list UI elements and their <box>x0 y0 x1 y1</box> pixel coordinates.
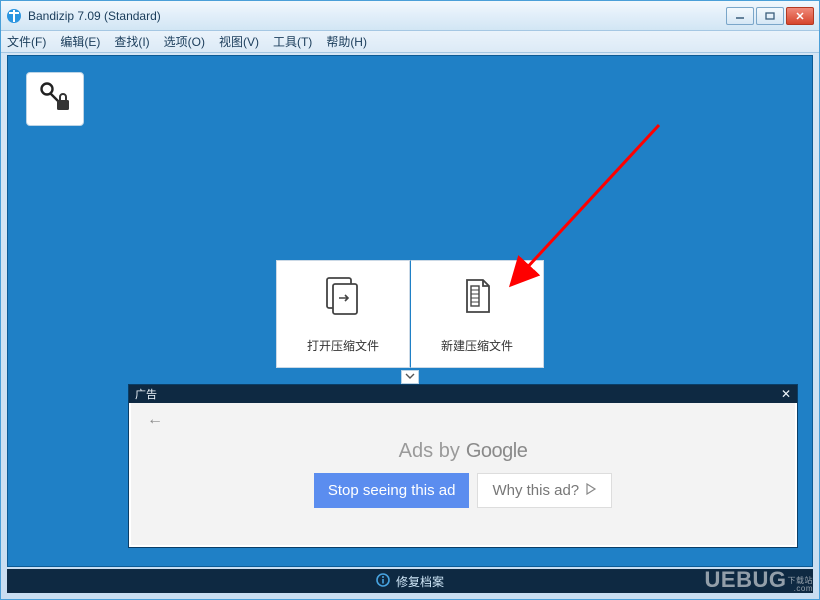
statusbar-repair[interactable]: 修复档案 <box>7 569 813 593</box>
menu-options[interactable]: 选项(O) <box>164 33 205 50</box>
arrow-left-icon: ← <box>147 411 163 428</box>
stop-ad-button[interactable]: Stop seeing this ad <box>314 473 470 508</box>
key-lock-icon <box>37 80 73 119</box>
menu-tools[interactable]: 工具(T) <box>273 33 312 50</box>
new-archive-icon <box>455 274 499 323</box>
main-area: 打开压缩文件 新建压缩文件 <box>7 55 813 567</box>
new-archive-label: 新建压缩文件 <box>441 337 513 354</box>
open-archive-button[interactable]: 打开压缩文件 <box>276 260 410 368</box>
titlebar: Bandizip 7.09 (Standard) <box>1 1 819 31</box>
menu-help[interactable]: 帮助(H) <box>326 33 367 50</box>
close-button[interactable] <box>786 7 814 25</box>
center-buttons: 打开压缩文件 新建压缩文件 <box>276 260 544 368</box>
open-archive-icon <box>321 274 365 323</box>
statusbar-label: 修复档案 <box>396 573 444 590</box>
watermark-sub: 下载站 .com <box>788 577 814 593</box>
menubar: 文件(F) 编辑(E) 查找(I) 选项(O) 视图(V) 工具(T) 帮助(H… <box>1 31 819 53</box>
ad-title: Ads by Google <box>399 440 528 463</box>
ad-label: 广告 <box>135 386 157 402</box>
watermark-text: UEBUG <box>705 567 787 593</box>
app-icon <box>6 8 22 24</box>
info-icon <box>376 573 390 590</box>
password-manager-button[interactable] <box>26 72 84 126</box>
minimize-button[interactable] <box>726 7 754 25</box>
ad-title-prefix: Ads by <box>399 440 460 463</box>
menu-edit[interactable]: 编辑(E) <box>60 33 100 50</box>
ad-body: ← Ads by Google Stop seeing this ad Why … <box>131 403 795 545</box>
why-ad-button[interactable]: Why this ad? <box>477 473 612 508</box>
menu-file[interactable]: 文件(F) <box>7 33 46 50</box>
ad-panel: 广告 ✕ ← Ads by Google Stop seeing this ad… <box>128 384 798 548</box>
ad-close-button[interactable]: ✕ <box>781 387 791 401</box>
chevron-down-icon <box>405 372 415 383</box>
menu-view[interactable]: 视图(V) <box>219 33 259 50</box>
why-ad-label: Why this ad? <box>492 482 579 499</box>
close-icon: ✕ <box>781 387 791 401</box>
window-title: Bandizip 7.09 (Standard) <box>28 9 161 23</box>
expand-button[interactable] <box>401 370 419 384</box>
menu-find[interactable]: 查找(I) <box>114 33 149 50</box>
open-archive-label: 打开压缩文件 <box>307 337 379 354</box>
ad-header: 广告 ✕ <box>129 385 797 403</box>
window-controls <box>726 7 814 25</box>
ad-back-button[interactable]: ← <box>147 411 163 429</box>
maximize-button[interactable] <box>756 7 784 25</box>
new-archive-button[interactable]: 新建压缩文件 <box>410 260 544 368</box>
app-window: Bandizip 7.09 (Standard) 文件(F) 编辑(E) 查找(… <box>0 0 820 600</box>
ad-buttons: Stop seeing this ad Why this ad? <box>314 473 612 508</box>
adchoices-icon <box>585 482 597 499</box>
watermark: UEBUG 下载站 .com <box>705 567 813 593</box>
ad-title-brand: Google <box>466 440 528 463</box>
